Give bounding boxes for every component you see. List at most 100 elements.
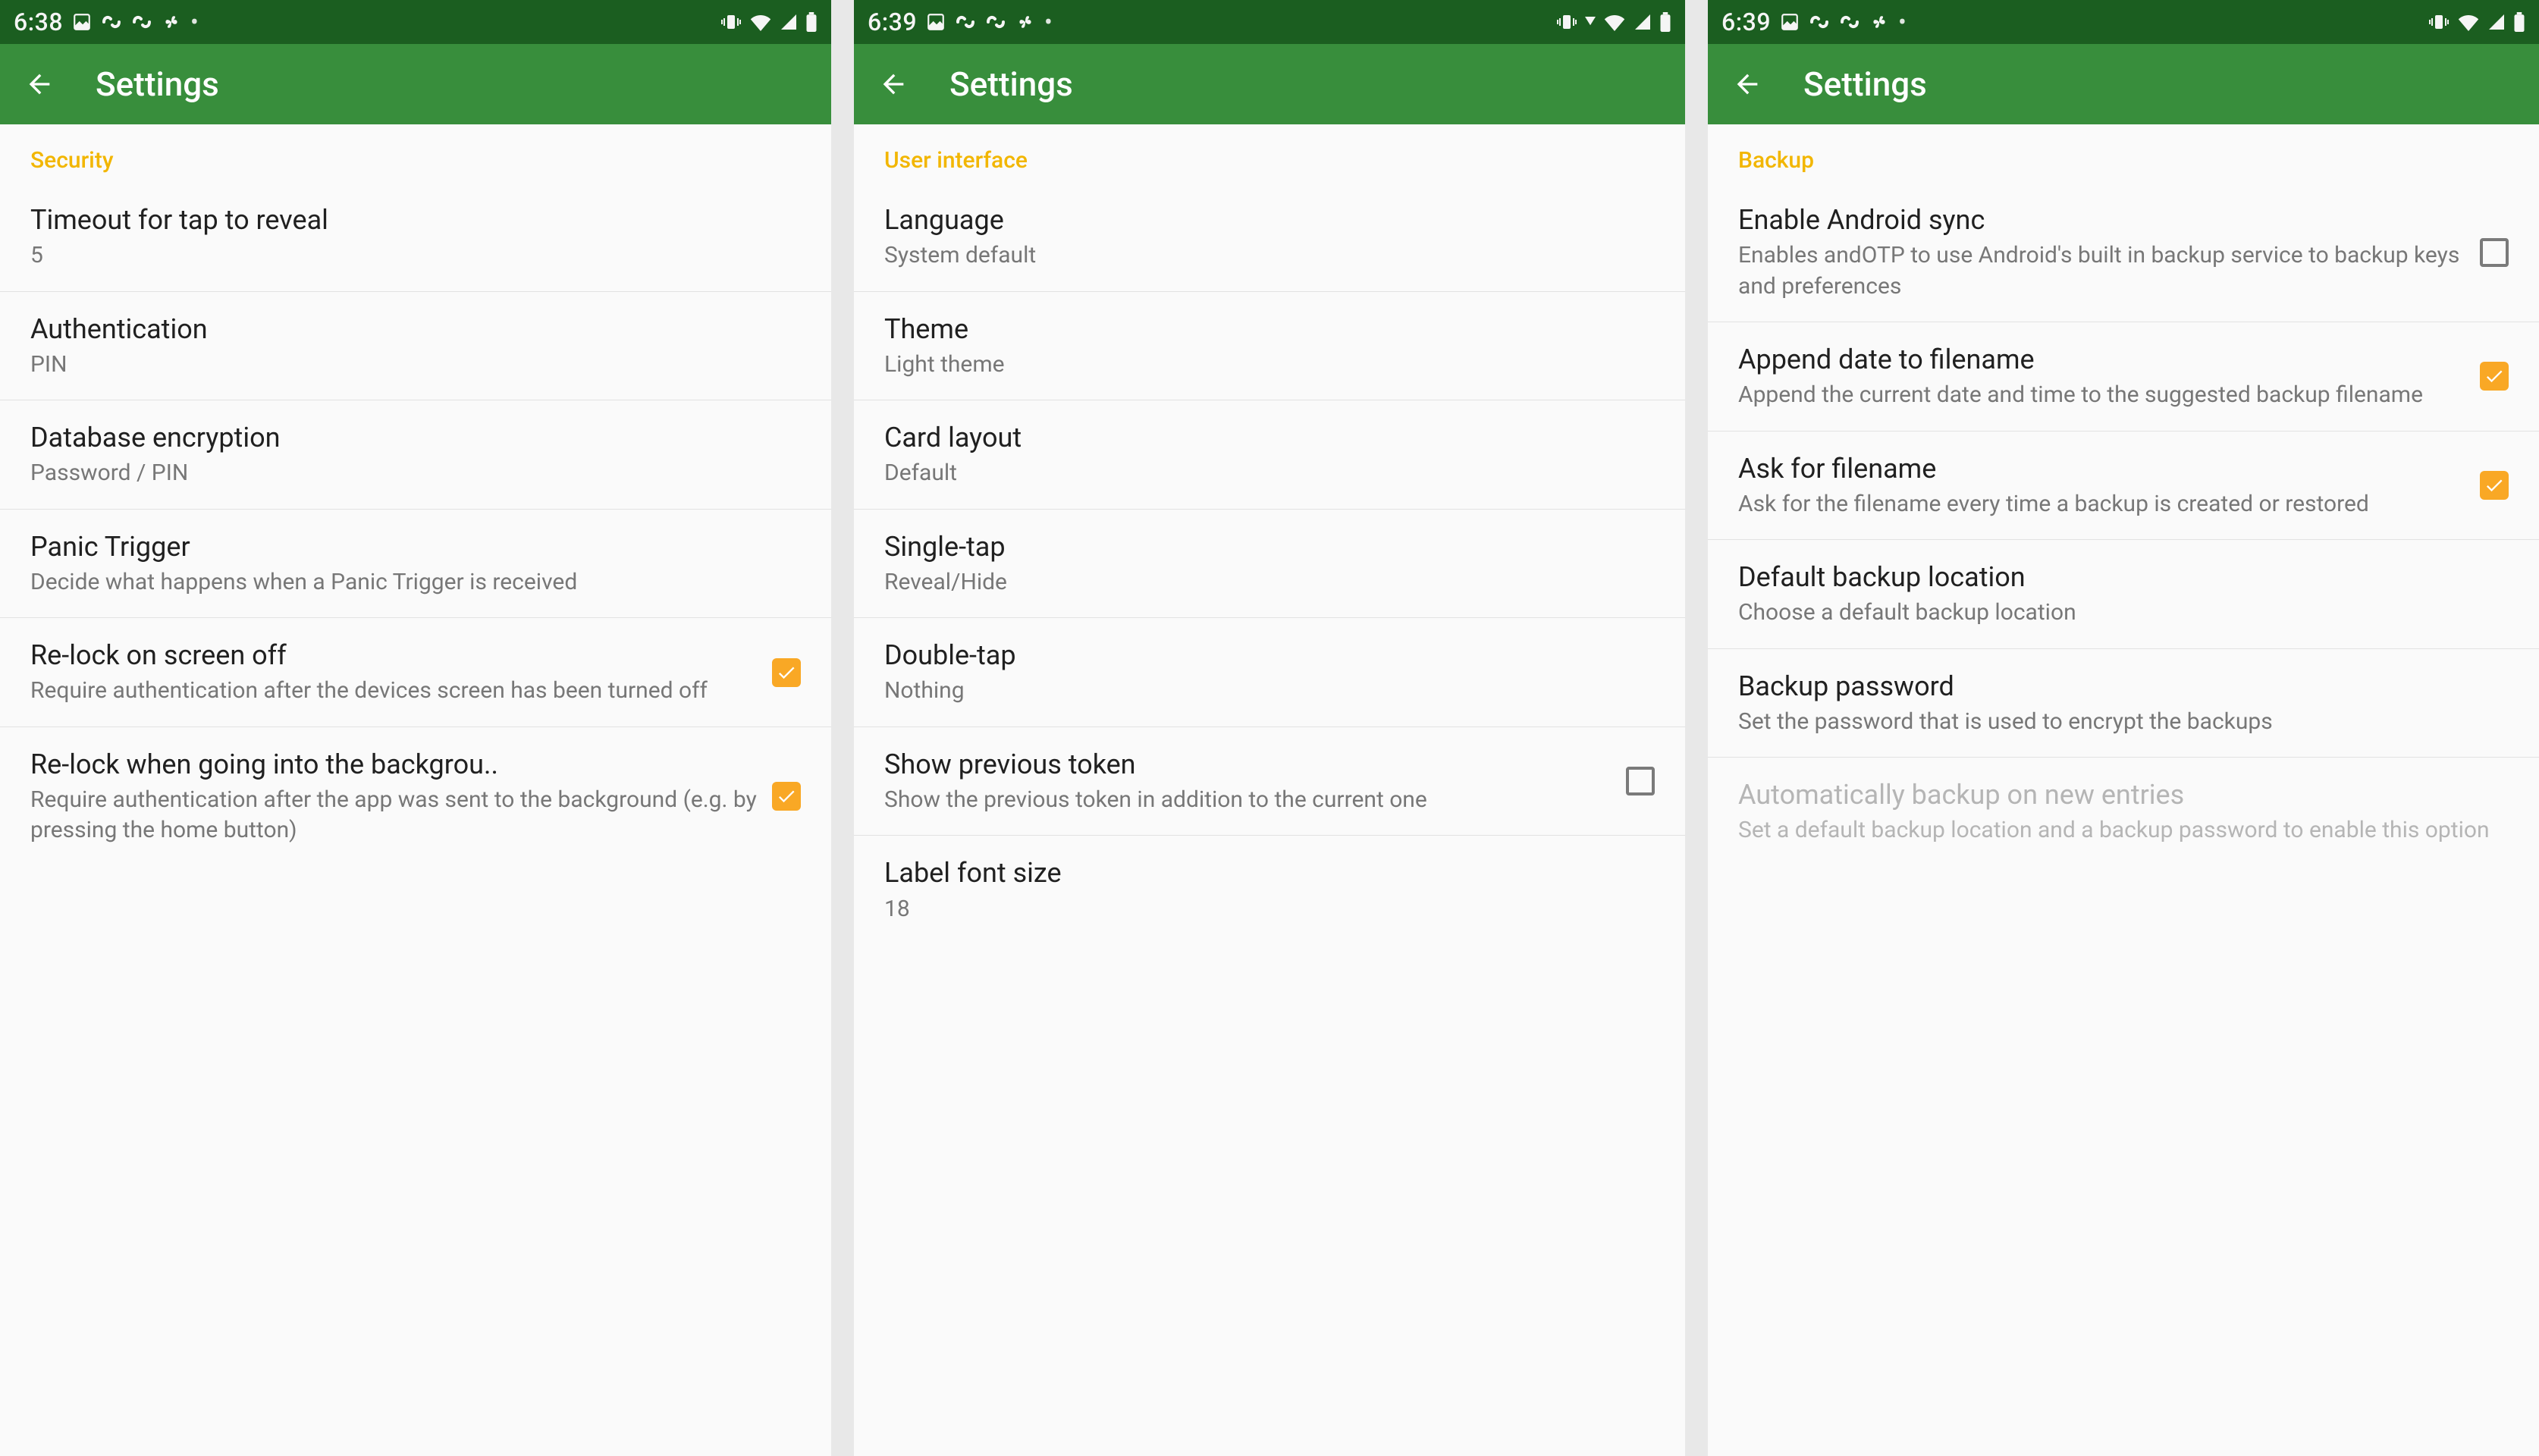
page-title: Settings (1803, 64, 1927, 104)
more-notifications-icon: • (1898, 10, 1907, 34)
authy-icon-2 (985, 14, 1006, 30)
setting-subtitle: PIN (30, 350, 801, 381)
setting-title: Card layout (884, 420, 1655, 455)
authy-icon-1 (1809, 14, 1830, 30)
gallery-icon (1780, 12, 1800, 32)
setting-subtitle: Nothing (884, 676, 1655, 707)
setting-subtitle: Enables andOTP to use Android's built in… (1738, 240, 2465, 302)
setting-title: Single-tap (884, 529, 1655, 564)
checkmark-icon (2484, 366, 2505, 387)
setting-show-previous-token[interactable]: Show previous token Show the previous to… (854, 727, 1685, 836)
status-clock: 6:39 (868, 8, 917, 36)
setting-single-tap[interactable]: Single-tap Reveal/Hide (854, 510, 1685, 619)
setting-title: Show previous token (884, 747, 1611, 782)
vibrate-icon (720, 12, 742, 32)
setting-subtitle: Password / PIN (30, 458, 801, 489)
setting-subtitle: Require authentication after the app was… (30, 785, 757, 846)
setting-default-backup-location[interactable]: Default backup location Choose a default… (1708, 540, 2539, 649)
setting-title: Language (884, 202, 1655, 237)
signal-icon (1634, 13, 1652, 31)
arrow-back-icon (878, 69, 909, 99)
checkmark-icon (776, 786, 797, 807)
screen-2: 6:39 • (854, 0, 1685, 1456)
fan-icon (162, 12, 181, 32)
wifi-icon (1603, 13, 1626, 31)
back-button[interactable] (1726, 63, 1769, 105)
more-notifications-icon: • (190, 10, 199, 34)
page-title: Settings (96, 64, 219, 104)
signal-icon (2487, 13, 2506, 31)
authy-icon-1 (101, 14, 122, 30)
checkbox-checked[interactable] (2480, 471, 2509, 500)
status-bar: 6:38 • (0, 0, 831, 44)
status-clock: 6:39 (1721, 8, 1771, 36)
setting-subtitle: 5 (30, 240, 801, 271)
setting-title: Panic Trigger (30, 529, 801, 564)
vibrate-icon (2428, 12, 2450, 32)
page-title: Settings (949, 64, 1073, 104)
setting-subtitle: Light theme (884, 350, 1655, 381)
setting-title: Automatically backup on new entries (1738, 777, 2509, 812)
setting-title: Enable Android sync (1738, 202, 2465, 237)
setting-theme[interactable]: Theme Light theme (854, 292, 1685, 401)
setting-relock-screen-off[interactable]: Re-lock on screen off Require authentica… (0, 618, 831, 727)
setting-title: Double-tap (884, 638, 1655, 673)
setting-ask-for-filename[interactable]: Ask for filename Ask for the filename ev… (1708, 431, 2539, 541)
setting-subtitle: Ask for the filename every time a backup… (1738, 489, 2465, 520)
setting-enable-android-sync[interactable]: Enable Android sync Enables andOTP to us… (1708, 183, 2539, 322)
setting-panic-trigger[interactable]: Panic Trigger Decide what happens when a… (0, 510, 831, 619)
setting-double-tap[interactable]: Double-tap Nothing (854, 618, 1685, 727)
battery-icon (805, 12, 818, 32)
setting-subtitle: Reveal/Hide (884, 567, 1655, 598)
setting-language[interactable]: Language System default (854, 183, 1685, 292)
setting-label-font-size[interactable]: Label font size 18 (854, 836, 1685, 944)
wifi-icon (749, 13, 772, 31)
vibrate-icon (1556, 12, 1577, 32)
setting-subtitle: System default (884, 240, 1655, 271)
battery-icon (2513, 12, 2525, 32)
checkbox-checked[interactable] (772, 658, 801, 687)
setting-subtitle: Choose a default backup location (1738, 598, 2509, 629)
setting-database-encryption[interactable]: Database encryption Password / PIN (0, 400, 831, 510)
fan-icon (1015, 12, 1035, 32)
setting-append-date-filename[interactable]: Append date to filename Append the curre… (1708, 322, 2539, 431)
setting-title: Default backup location (1738, 560, 2509, 595)
setting-timeout-tap-reveal[interactable]: Timeout for tap to reveal 5 (0, 183, 831, 292)
setting-title: Authentication (30, 312, 801, 347)
back-button[interactable] (872, 63, 915, 105)
setting-subtitle: Require authentication after the devices… (30, 676, 757, 707)
status-bar: 6:39 • (854, 0, 1685, 44)
fan-icon (1869, 12, 1889, 32)
gallery-icon (926, 12, 946, 32)
setting-title: Database encryption (30, 420, 801, 455)
app-bar: Settings (0, 44, 831, 124)
setting-subtitle: Decide what happens when a Panic Trigger… (30, 567, 801, 598)
setting-title: Append date to filename (1738, 342, 2465, 377)
dropdown-icon (1585, 17, 1596, 27)
setting-subtitle: Set the password that is used to encrypt… (1738, 707, 2509, 738)
setting-title: Re-lock when going into the backgrou.. (30, 747, 757, 782)
wifi-icon (2457, 13, 2480, 31)
checkbox-checked[interactable] (772, 782, 801, 811)
checkbox-checked[interactable] (2480, 362, 2509, 391)
status-bar: 6:39 • (1708, 0, 2539, 44)
back-button[interactable] (18, 63, 61, 105)
gallery-icon (72, 12, 92, 32)
status-clock: 6:38 (14, 8, 63, 36)
authy-icon-2 (131, 14, 152, 30)
setting-authentication[interactable]: Authentication PIN (0, 292, 831, 401)
app-bar: Settings (854, 44, 1685, 124)
app-bar: Settings (1708, 44, 2539, 124)
settings-list: Security Timeout for tap to reveal 5 Aut… (0, 124, 831, 1456)
section-header-ui: User interface (854, 124, 1685, 183)
checkbox-unchecked[interactable] (2480, 238, 2509, 267)
setting-title: Theme (884, 312, 1655, 347)
authy-icon-2 (1839, 14, 1860, 30)
checkmark-icon (2484, 475, 2505, 496)
checkbox-unchecked[interactable] (1626, 767, 1655, 795)
signal-icon (780, 13, 798, 31)
setting-backup-password[interactable]: Backup password Set the password that is… (1708, 649, 2539, 758)
setting-title: Backup password (1738, 669, 2509, 704)
setting-card-layout[interactable]: Card layout Default (854, 400, 1685, 510)
setting-relock-background[interactable]: Re-lock when going into the backgrou.. R… (0, 727, 831, 866)
